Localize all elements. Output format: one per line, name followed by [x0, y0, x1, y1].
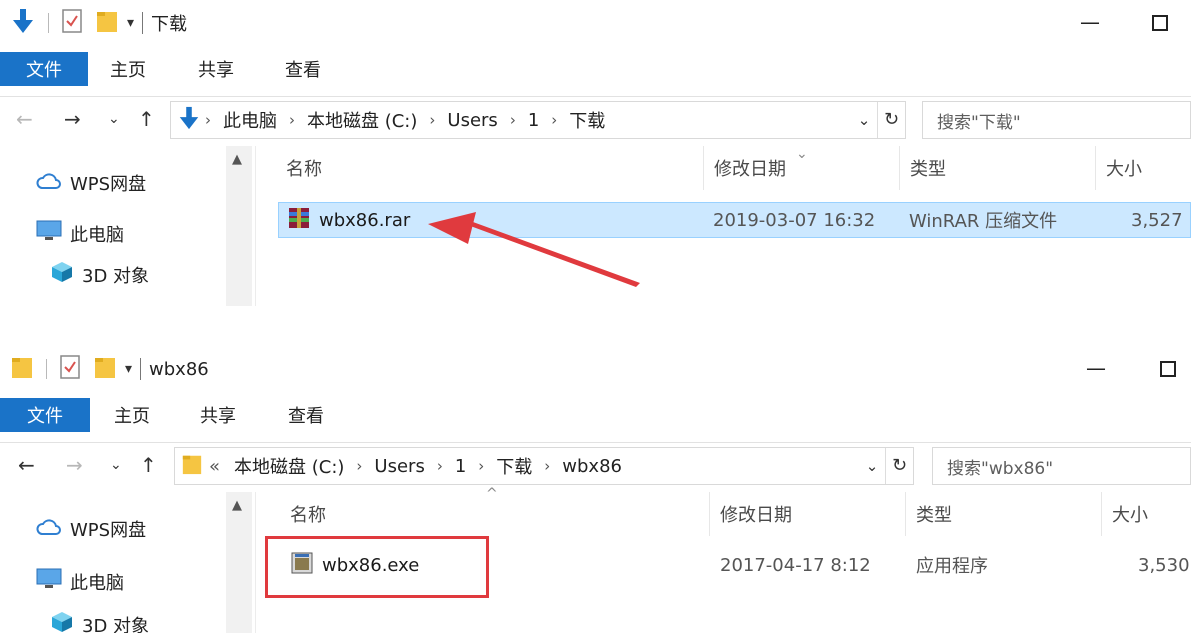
maximize-button[interactable] [1152, 15, 1168, 31]
quick-access-toolbar: ▾ wbx86 [10, 354, 209, 384]
nav-item-3d-objects[interactable]: 3D 对象 [50, 610, 149, 633]
tab-home[interactable]: 主页 [110, 52, 146, 86]
window-title: wbx86 [149, 358, 209, 380]
cube-3d-icon [50, 260, 74, 289]
file-modified: 2019-03-07 16:32 [713, 209, 876, 231]
title-bar: ▾ wbx86 — [0, 346, 1191, 392]
search-input[interactable]: 搜索"wbx86" [932, 447, 1191, 485]
properties-icon[interactable] [61, 8, 83, 38]
nav-item-this-pc[interactable]: 此电脑 [36, 220, 124, 247]
tab-view[interactable]: 查看 [285, 52, 321, 86]
search-input[interactable]: 搜索"下载" [922, 101, 1191, 139]
breadcrumb-item[interactable]: 下载 [496, 453, 532, 479]
address-bar[interactable]: « 本地磁盘 (C:) › Users › 1 › 下载 › wbx86 ⌄ ↻ [174, 447, 914, 485]
down-arrow-icon[interactable] [10, 7, 36, 39]
breadcrumb-overflow[interactable]: « [209, 456, 220, 477]
folder-icon[interactable] [93, 354, 117, 384]
breadcrumb-item[interactable]: 1 [455, 456, 466, 477]
tab-home[interactable]: 主页 [114, 398, 150, 432]
window-gap [0, 306, 1191, 346]
nav-item-3d-objects[interactable]: 3D 对象 [50, 260, 149, 289]
breadcrumb-item[interactable]: 下载 [569, 107, 605, 133]
breadcrumb-item[interactable]: Users [374, 456, 424, 477]
breadcrumb-item[interactable]: 本地磁盘 (C:) [307, 107, 417, 133]
nav-scrollbar[interactable]: ▲ [226, 492, 252, 633]
minimize-button[interactable]: — [1086, 356, 1106, 380]
recent-locations-button[interactable]: ⌄ [108, 111, 120, 127]
column-header-name[interactable]: 名称 [280, 492, 710, 536]
column-header-modified[interactable]: 修改日期 [704, 146, 900, 190]
breadcrumb-item[interactable]: wbx86 [562, 456, 622, 477]
tab-share[interactable]: 共享 [200, 398, 236, 432]
file-list: ⌄ 名称 修改日期 类型 大小 wbx86.rar 2019-03-07 16:… [256, 146, 1191, 306]
address-bar[interactable]: › 此电脑 › 本地磁盘 (C:) › Users › 1 › 下载 ⌄ ↻ [170, 101, 906, 139]
table-row[interactable]: wbx86.rar 2019-03-07 16:32 WinRAR 压缩文件 3… [278, 202, 1191, 238]
address-row: ← → ⌄ ↑ › 此电脑 › 本地磁盘 (C:) › Users › 1 › … [0, 96, 1191, 142]
column-header-type[interactable]: 类型 [900, 146, 1096, 190]
column-header-name[interactable]: 名称 [276, 146, 704, 190]
rar-archive-icon [287, 206, 311, 235]
refresh-icon[interactable]: ↻ [885, 448, 913, 484]
file-size: 3,530 [1138, 554, 1190, 576]
file-modified: 2017-04-17 8:12 [720, 554, 871, 576]
nav-item-wps[interactable]: WPS网盘 [36, 170, 146, 196]
cube-3d-icon [50, 610, 74, 633]
quick-access-toolbar: ▾ 下载 [10, 8, 187, 38]
nav-scrollbar[interactable]: ▲ [226, 146, 252, 306]
column-header-size[interactable]: 大小 [1096, 146, 1191, 190]
up-button[interactable]: ↑ [138, 107, 155, 131]
ribbon: 文件 主页 共享 查看 [0, 46, 1191, 88]
explorer-window-wbx86: ▾ wbx86 — 文件 主页 共享 查看 ← → ⌄ ↑ « 本地磁盘 (C:… [0, 346, 1191, 633]
column-header-size[interactable]: 大小 [1102, 492, 1191, 536]
ribbon: 文件 主页 共享 查看 [0, 392, 1191, 434]
annotation-highlight-box [265, 536, 489, 598]
maximize-button[interactable] [1160, 361, 1176, 377]
file-size: 3,527 [1131, 209, 1183, 231]
recent-locations-button[interactable]: ⌄ [110, 457, 122, 473]
navigation-pane: ▲ WPS网盘 此电脑 3D 对象 [0, 492, 256, 633]
back-button[interactable]: ← [18, 453, 35, 477]
minimize-button[interactable]: — [1080, 10, 1100, 34]
nav-item-wps[interactable]: WPS网盘 [36, 516, 146, 542]
cloud-icon [36, 517, 62, 542]
folder-icon[interactable] [95, 8, 119, 38]
file-type: 应用程序 [916, 556, 988, 577]
column-header-modified[interactable]: 修改日期 [710, 492, 906, 536]
forward-button[interactable]: → [66, 453, 83, 477]
file-name: wbx86.rar [319, 209, 411, 231]
nav-item-this-pc[interactable]: 此电脑 [36, 568, 124, 595]
breadcrumb-item[interactable]: 此电脑 [223, 107, 277, 133]
tab-file[interactable]: 文件 [0, 398, 90, 432]
folder-icon[interactable] [10, 354, 34, 384]
breadcrumb-item[interactable]: 1 [528, 110, 539, 131]
down-arrow-icon [177, 105, 201, 135]
folder-icon [181, 451, 203, 481]
breadcrumb-item[interactable]: Users [447, 110, 497, 131]
breadcrumb-item[interactable]: 本地磁盘 (C:) [234, 453, 344, 479]
computer-icon [36, 220, 62, 247]
chevron-down-icon[interactable]: ▾ [125, 361, 132, 377]
address-row: ← → ⌄ ↑ « 本地磁盘 (C:) › Users › 1 › 下载 › w… [0, 442, 1191, 488]
forward-button[interactable]: → [64, 107, 81, 131]
refresh-icon[interactable]: ↻ [877, 102, 905, 138]
tab-file[interactable]: 文件 [0, 52, 88, 86]
chevron-down-icon[interactable]: ⌄ [859, 457, 885, 475]
cloud-icon [36, 171, 62, 196]
back-button[interactable]: ← [16, 107, 33, 131]
title-bar: ▾ 下载 — [0, 0, 1191, 46]
file-type: WinRAR 压缩文件 [909, 211, 1058, 232]
window-title: 下载 [151, 14, 188, 35]
properties-icon[interactable] [59, 354, 81, 384]
tab-view[interactable]: 查看 [288, 398, 324, 432]
computer-icon [36, 568, 62, 595]
navigation-pane: ▲ WPS网盘 此电脑 3D 对象 [0, 146, 256, 306]
explorer-window-downloads: ▾ 下载 — 文件 主页 共享 查看 ← → ⌄ ↑ › 此电脑 › 本地磁盘 … [0, 0, 1191, 306]
up-button[interactable]: ↑ [140, 453, 157, 477]
chevron-down-icon[interactable]: ⌄ [851, 111, 877, 129]
chevron-down-icon[interactable]: ▾ [127, 15, 134, 31]
column-header-type[interactable]: 类型 [906, 492, 1102, 536]
tab-share[interactable]: 共享 [198, 52, 234, 86]
